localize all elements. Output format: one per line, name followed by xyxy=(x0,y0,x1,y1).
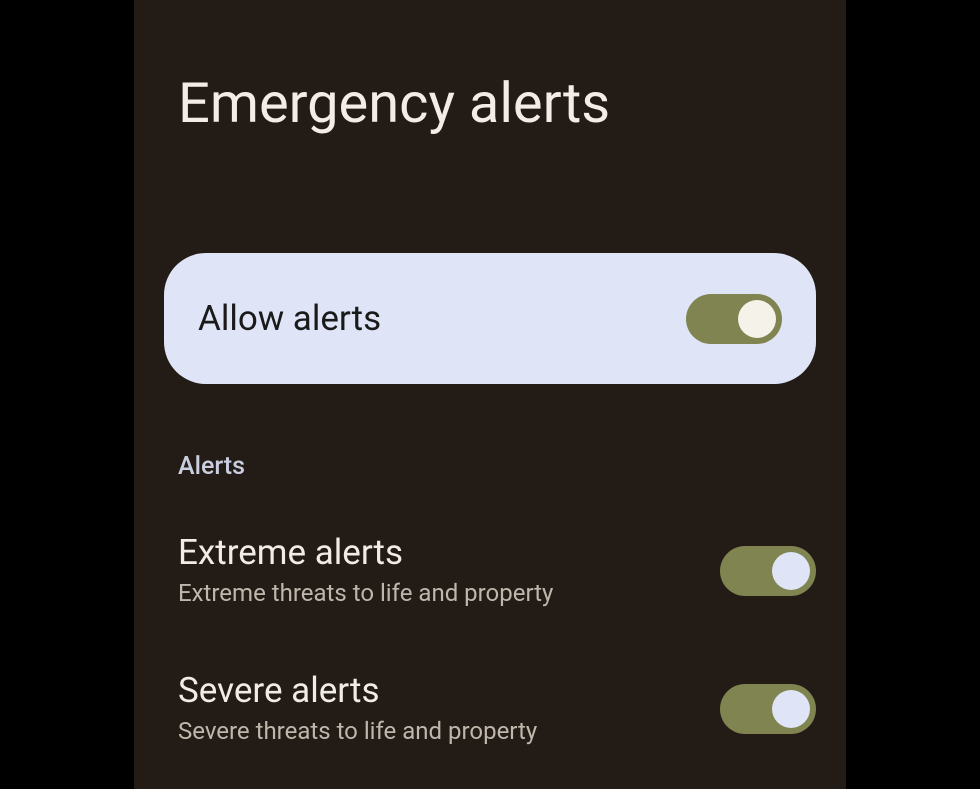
toggle-knob-icon xyxy=(738,300,776,338)
severe-alerts-text: Severe alerts Severe threats to life and… xyxy=(178,672,537,745)
alerts-section-header: Alerts xyxy=(178,452,245,481)
severe-alerts-row[interactable]: Severe alerts Severe threats to life and… xyxy=(178,672,816,745)
toggle-knob-icon xyxy=(772,552,810,590)
toggle-knob-icon xyxy=(772,690,810,728)
severe-alerts-title: Severe alerts xyxy=(178,672,537,711)
extreme-alerts-toggle[interactable] xyxy=(720,546,816,596)
extreme-alerts-title: Extreme alerts xyxy=(178,534,553,573)
allow-alerts-label: Allow alerts xyxy=(198,298,381,339)
settings-screen: Emergency alerts Allow alerts Alerts Ext… xyxy=(134,0,846,789)
severe-alerts-subtitle: Severe threats to life and property xyxy=(178,717,537,746)
extreme-alerts-subtitle: Extreme threats to life and property xyxy=(178,579,553,608)
extreme-alerts-text: Extreme alerts Extreme threats to life a… xyxy=(178,534,553,607)
extreme-alerts-row[interactable]: Extreme alerts Extreme threats to life a… xyxy=(178,534,816,607)
severe-alerts-toggle[interactable] xyxy=(720,684,816,734)
allow-alerts-row[interactable]: Allow alerts xyxy=(164,253,816,384)
allow-alerts-toggle[interactable] xyxy=(686,294,782,344)
page-title: Emergency alerts xyxy=(178,70,610,136)
